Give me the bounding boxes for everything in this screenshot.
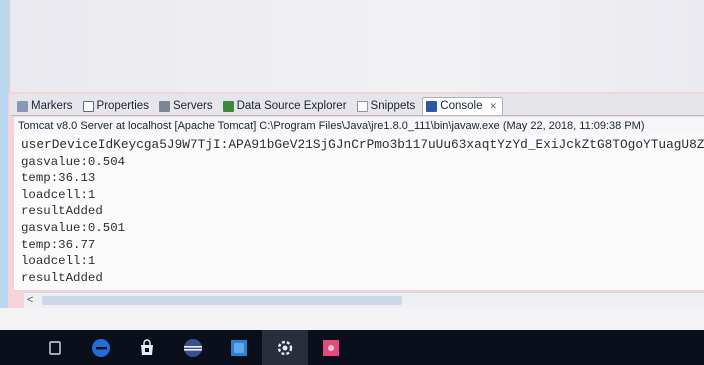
taskbar-store[interactable]	[124, 330, 170, 365]
snippets-icon	[356, 100, 368, 112]
console-line: resultAdded	[21, 204, 103, 219]
console-line: temp:36.13	[21, 171, 96, 186]
servers-icon	[158, 100, 170, 112]
scroll-left-icon[interactable]: <	[27, 294, 33, 306]
tab-snippets[interactable]: Snippets	[354, 98, 421, 115]
taskbar-photos[interactable]	[216, 330, 262, 365]
console-line: userDeviceIdKeycga5J9W7TjI:APA91bGeV21Sj…	[21, 137, 704, 152]
console-icon	[426, 100, 438, 112]
console-process-title: Tomcat v8.0 Server at localhost [Apache …	[14, 117, 704, 135]
tab-data-source-explorer[interactable]: Data Source Explorer	[220, 98, 352, 115]
close-icon[interactable]: ✕	[490, 101, 498, 112]
editor-area	[8, 0, 704, 92]
taskbar-app[interactable]	[308, 330, 354, 365]
taskbar-task-view[interactable]	[32, 330, 78, 365]
left-edge-strip	[0, 0, 8, 330]
store-icon	[141, 338, 153, 355]
console-output[interactable]: userDeviceIdKeycga5J9W7TjI:APA91bGeV21Sj…	[14, 135, 704, 290]
console-line: loadcell:1	[21, 254, 96, 269]
view-tab-bar: Markers Properties Servers Data Source E…	[10, 94, 704, 116]
status-gap	[0, 308, 704, 330]
tab-servers[interactable]: Servers	[156, 98, 218, 115]
photos-icon	[231, 339, 247, 356]
windows-taskbar	[0, 330, 704, 365]
markers-icon	[17, 100, 28, 112]
tab-properties[interactable]: Properties	[80, 98, 154, 115]
app-icon	[323, 339, 339, 356]
properties-icon	[82, 100, 94, 112]
edge-icon	[92, 338, 110, 357]
taskbar-eclipse[interactable]	[170, 330, 216, 365]
tab-servers-label: Servers	[172, 100, 213, 112]
taskbar-edge[interactable]	[78, 330, 124, 365]
tab-console[interactable]: Console ✕	[422, 97, 504, 115]
tab-console-label: Console	[440, 100, 483, 112]
task-view-icon	[49, 340, 61, 355]
console-title-text: Tomcat v8.0 Server at localhost [Apache …	[18, 120, 645, 132]
eclipse-icon	[184, 338, 202, 357]
database-icon	[222, 100, 234, 112]
console-line: gasvalue:0.501	[21, 220, 126, 235]
scrollbar-thumb[interactable]	[42, 296, 402, 305]
settings-icon	[277, 340, 293, 355]
tab-data-source-explorer-label: Data Source Explorer	[236, 100, 347, 112]
tab-markers-label: Markers	[31, 100, 73, 112]
console-line: resultAdded	[21, 270, 103, 285]
console-line: gasvalue:0.504	[21, 154, 126, 169]
tab-snippets-label: Snippets	[370, 100, 416, 112]
tab-markers[interactable]: Markers	[14, 98, 78, 115]
console-line: loadcell:1	[21, 187, 96, 202]
taskbar-settings[interactable]	[262, 330, 308, 365]
horizontal-scrollbar[interactable]: <	[24, 292, 704, 309]
console-line: temp:36.77	[21, 237, 96, 252]
tab-properties-label: Properties	[96, 100, 149, 112]
